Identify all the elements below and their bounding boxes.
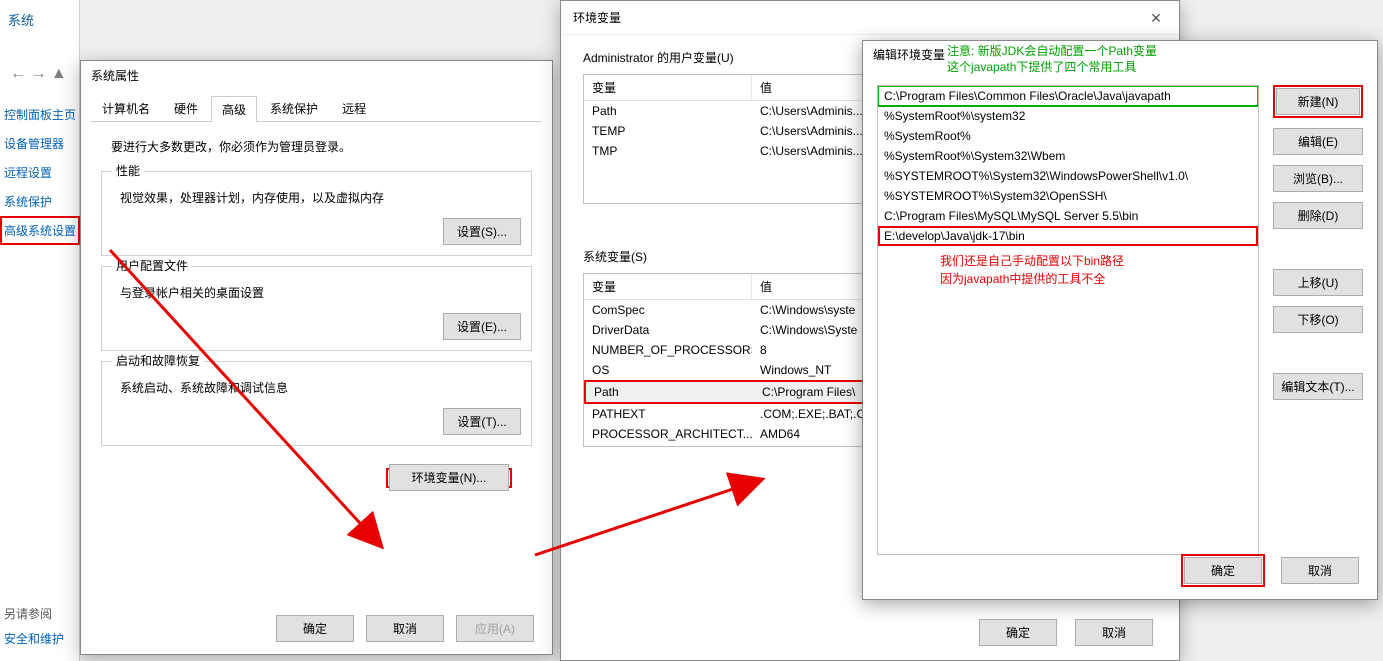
- editpath-cancel-button[interactable]: 取消: [1281, 557, 1359, 584]
- new-button-highlight: 新建(N): [1273, 85, 1363, 118]
- close-icon[interactable]: ✕: [1133, 1, 1179, 35]
- col-variable: 变量: [584, 75, 752, 100]
- profiles-settings-button[interactable]: 设置(E)...: [443, 313, 521, 340]
- tab-hardware[interactable]: 硬件: [163, 95, 209, 121]
- path-item-javapath[interactable]: C:\Program Files\Common Files\Oracle\Jav…: [878, 86, 1258, 106]
- path-item[interactable]: %SYSTEMROOT%\System32\WindowsPowerShell\…: [878, 166, 1258, 186]
- sysprops-cancel-button[interactable]: 取消: [366, 615, 444, 642]
- path-item[interactable]: %SYSTEMROOT%\System32\OpenSSH\: [878, 186, 1258, 206]
- sysprops-apply-button[interactable]: 应用(A): [456, 615, 534, 642]
- edit-text-button[interactable]: 编辑文本(T)...: [1273, 373, 1363, 400]
- move-up-button[interactable]: 上移(U): [1273, 269, 1363, 296]
- tab-protection[interactable]: 系统保护: [259, 95, 329, 121]
- red-annotation: 我们还是自己手动配置以下bin路径 因为javapath中提供的工具不全: [878, 246, 1258, 288]
- nav-item-security[interactable]: 安全和维护: [0, 626, 80, 651]
- move-down-button[interactable]: 下移(O): [1273, 306, 1363, 333]
- left-bottom-nav: 另请参阅 安全和维护: [0, 601, 80, 651]
- delete-button[interactable]: 删除(D): [1273, 202, 1363, 229]
- editpath-ok-button[interactable]: 确定: [1184, 557, 1262, 584]
- system-properties-dialog: 系统属性 计算机名 硬件 高级 系统保护 远程 要进行大多数更改，你必须作为管理…: [80, 60, 553, 655]
- envvars-title: 环境变量: [573, 1, 621, 35]
- path-item[interactable]: %SystemRoot%\System32\Wbem: [878, 146, 1258, 166]
- startup-group: 启动和故障恢复 系统启动、系统故障和调试信息 设置(T)...: [101, 361, 532, 446]
- envvars-cancel-button[interactable]: 取消: [1075, 619, 1153, 646]
- left-nav: 控制面板主页 设备管理器 远程设置 系统保护 高级系统设置: [0, 100, 80, 245]
- nav-item-device[interactable]: 设备管理器: [0, 129, 80, 158]
- tab-computer-name[interactable]: 计算机名: [91, 95, 161, 121]
- nav-item-protect[interactable]: 系统保护: [0, 187, 80, 216]
- tab-advanced[interactable]: 高级: [211, 96, 257, 122]
- nav-arrows[interactable]: ← → ▲: [10, 65, 67, 83]
- tab-remote[interactable]: 远程: [331, 95, 377, 121]
- col-variable: 变量: [584, 274, 752, 299]
- profiles-text: 与登录帐户相关的桌面设置: [120, 284, 521, 301]
- sysprops-ok-button[interactable]: 确定: [276, 615, 354, 642]
- startup-title: 启动和故障恢复: [112, 352, 204, 369]
- perf-title: 性能: [112, 162, 144, 179]
- edit-button[interactable]: 编辑(E): [1273, 128, 1363, 155]
- path-item[interactable]: %SystemRoot%: [878, 126, 1258, 146]
- performance-group: 性能 视觉效果，处理器计划，内存使用，以及虚拟内存 设置(S)...: [101, 171, 532, 256]
- path-item-jdk17[interactable]: E:\develop\Java\jdk-17\bin: [878, 226, 1258, 246]
- admin-note: 要进行大多数更改，你必须作为管理员登录。: [111, 138, 532, 155]
- new-button[interactable]: 新建(N): [1276, 88, 1360, 115]
- env-var-button-highlight: 环境变量(N)...: [386, 468, 512, 488]
- path-list[interactable]: C:\Program Files\Common Files\Oracle\Jav…: [877, 85, 1259, 555]
- edit-path-dialog: 编辑环境变量 注意: 新版JDK会自动配置一个Path变量 这个javapath…: [862, 40, 1378, 600]
- green-annotation: 注意: 新版JDK会自动配置一个Path变量 这个javapath下提供了四个常…: [947, 43, 1157, 75]
- dialog-title: 系统属性: [81, 61, 552, 91]
- nav-item-advanced-settings[interactable]: 高级系统设置: [0, 216, 80, 245]
- env-var-button[interactable]: 环境变量(N)...: [389, 464, 509, 491]
- tab-bar: 计算机名 硬件 高级 系统保护 远程: [81, 91, 552, 121]
- perf-text: 视觉效果，处理器计划，内存使用，以及虚拟内存: [120, 189, 521, 206]
- profiles-group: 用户配置文件 与登录帐户相关的桌面设置 设置(E)...: [101, 266, 532, 351]
- startup-text: 系统启动、系统故障和调试信息: [120, 379, 521, 396]
- startup-settings-button[interactable]: 设置(T)...: [443, 408, 521, 435]
- side-buttons: 新建(N) 编辑(E) 浏览(B)... 删除(D) 上移(U) 下移(O) 编…: [1273, 85, 1363, 555]
- see-also-label: 另请参阅: [0, 601, 80, 626]
- path-item[interactable]: %SystemRoot%\system32: [878, 106, 1258, 126]
- nav-item-remote[interactable]: 远程设置: [0, 158, 80, 187]
- profiles-title: 用户配置文件: [112, 257, 192, 274]
- browse-button[interactable]: 浏览(B)...: [1273, 165, 1363, 192]
- perf-settings-button[interactable]: 设置(S)...: [443, 218, 521, 245]
- nav-item-home[interactable]: 控制面板主页: [0, 100, 80, 129]
- path-item[interactable]: C:\Program Files\MySQL\MySQL Server 5.5\…: [878, 206, 1258, 226]
- ok-button-highlight: 确定: [1181, 554, 1265, 587]
- panel-title: 系统: [0, 0, 79, 39]
- envvars-ok-button[interactable]: 确定: [979, 619, 1057, 646]
